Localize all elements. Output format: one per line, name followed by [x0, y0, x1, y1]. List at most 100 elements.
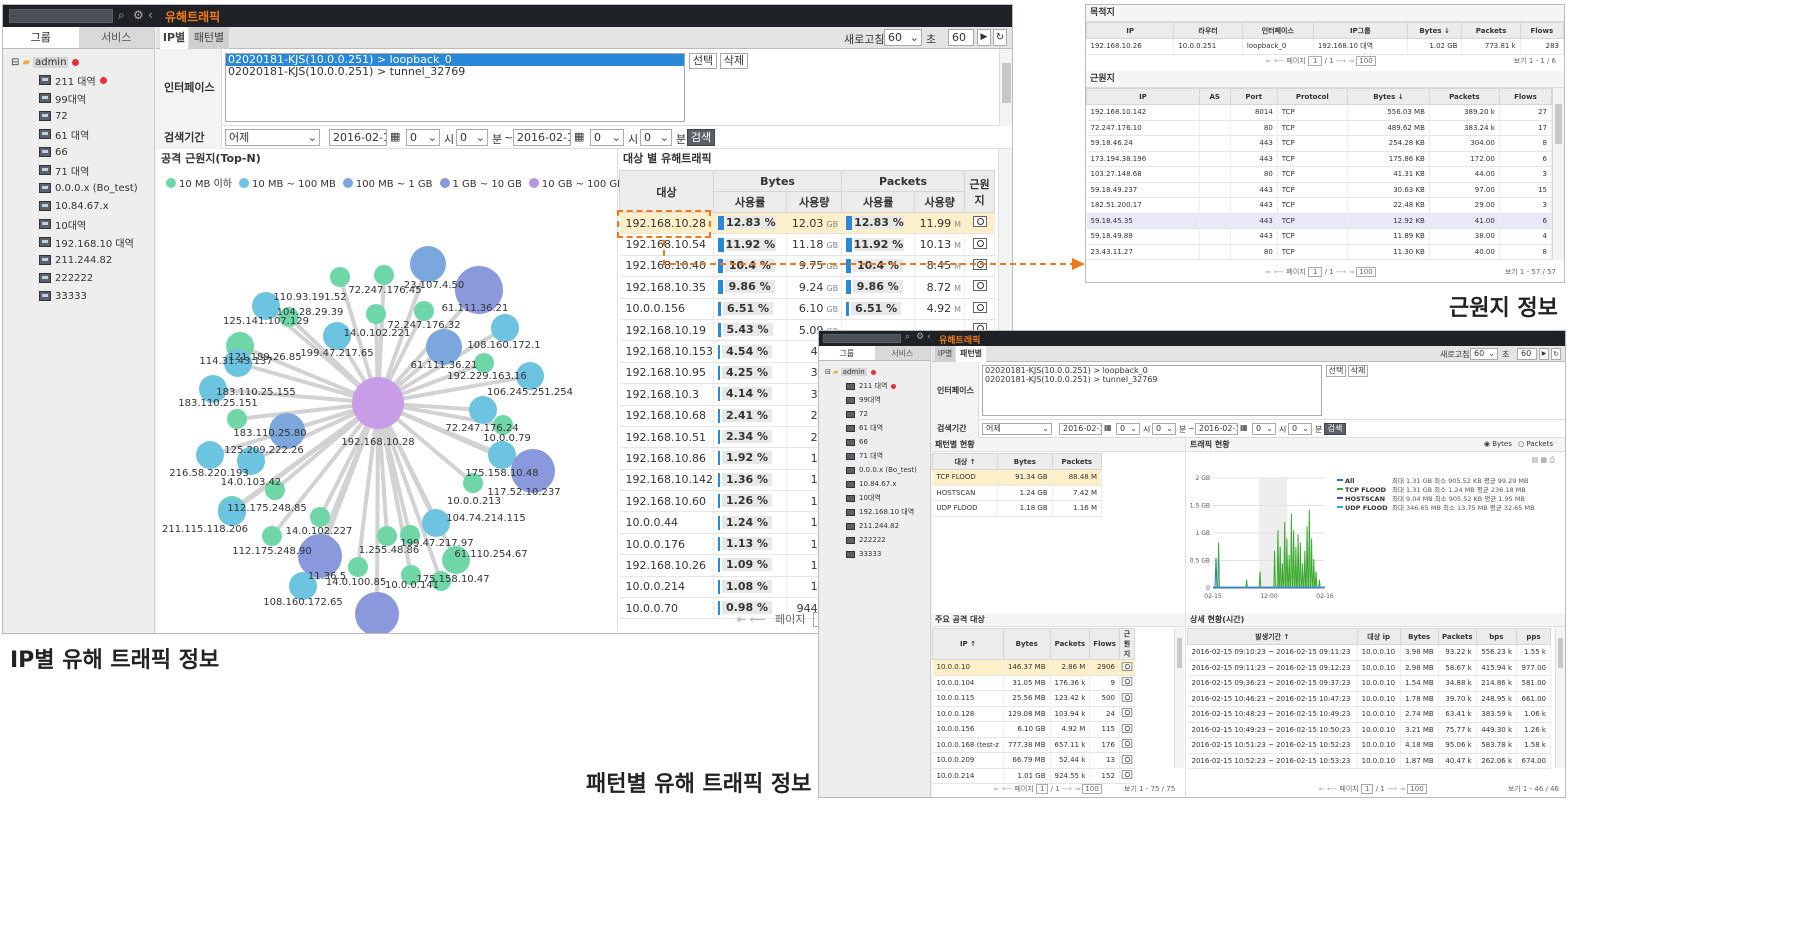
col-header[interactable]: 대상 ip — [1356, 628, 1401, 645]
tab-ip[interactable]: IP별 — [160, 27, 188, 49]
hour-to-select[interactable]: 0 ⌄ — [590, 129, 624, 146]
source-detail-icon[interactable] — [1121, 693, 1133, 702]
table-row[interactable]: 2016-02-15 09:36:23 ~ 2016-02-15 09:37:2… — [1187, 675, 1551, 692]
tree-item[interactable]: 33333 — [3, 287, 154, 305]
tree-item[interactable]: 10.84.67.x — [3, 197, 154, 215]
tree-item[interactable]: 10.84.67.x — [819, 477, 930, 491]
col-header[interactable]: 근원지 — [1118, 628, 1135, 660]
graph-node[interactable] — [366, 304, 386, 324]
page-input[interactable]: 1 — [1307, 56, 1323, 66]
table-row[interactable]: 2016-02-15 10:49:23 ~ 2016-02-15 10:50:2… — [1187, 722, 1551, 738]
table-row[interactable]: 59.18.46.24 443 TCP 254.28 KB 304.00 8 — [1086, 135, 1553, 152]
col-header[interactable]: IP — [1086, 88, 1200, 105]
col-header[interactable]: 라우터 — [1173, 22, 1243, 39]
tree-item[interactable]: 222222 — [819, 533, 930, 547]
col-header[interactable]: Bytes — [1002, 628, 1051, 660]
page-size-select[interactable]: 100 — [1082, 784, 1102, 794]
table-row[interactable]: 10.0.0.115 25.56 MB 123.42 k 500 — [932, 690, 1135, 707]
tab-pattern[interactable]: 패턴별 — [956, 346, 986, 362]
col-header[interactable]: Protocol — [1276, 88, 1348, 105]
select-button[interactable]: 선택 — [1326, 365, 1346, 377]
col-header[interactable]: Packets — [1049, 628, 1091, 660]
graph-node[interactable] — [262, 526, 282, 546]
col-bytes-rate[interactable]: 사용률 — [712, 191, 788, 213]
refresh-select[interactable]: 60 ⌄ — [884, 29, 922, 46]
hour-to-select[interactable]: 0 ⌄ — [1252, 423, 1276, 435]
table-row[interactable]: 2016-02-15 09:10:23 ~ 2016-02-15 09:11:2… — [1187, 644, 1551, 661]
table-row[interactable]: 23.43.11.27 80 TCP 11.30 KB 40.00 8 — [1086, 244, 1553, 260]
calendar-icon[interactable]: ▦ — [574, 130, 584, 143]
source-detail-icon[interactable] — [972, 280, 987, 292]
page-input[interactable]: 1 — [1307, 267, 1323, 277]
tree-item[interactable]: 211.244.82 — [819, 519, 930, 533]
graph-node[interactable] — [488, 441, 516, 469]
interface-item[interactable]: 02020181-KJS(10.0.0.251) > tunnel_32769 — [983, 375, 1321, 384]
table-row[interactable]: 192.168.10.26 10.0.0.251 loopback_0 192.168… — [1086, 38, 1564, 55]
table-row[interactable]: 72.247.176.10 80 TCP 489.62 MB 383.24 k 17 — [1086, 120, 1553, 136]
scroll-thumb[interactable] — [1177, 638, 1182, 668]
table-row[interactable]: 2016-02-15 10:46:23 ~ 2016-02-15 10:47:2… — [1187, 691, 1551, 707]
page-input[interactable]: 1 — [1360, 784, 1374, 794]
col-packets-rate[interactable]: 사용률 — [841, 191, 916, 213]
source-detail-icon[interactable] — [972, 301, 987, 313]
min-from-select[interactable]: 0 ⌄ — [1152, 423, 1176, 435]
interface-item[interactable]: 02020181-KJS(10.0.0.251) > tunnel_32769 — [226, 66, 684, 78]
table-row[interactable]: 2016-02-15 10:52:23 ~ 2016-02-15 10:53:2… — [1187, 753, 1551, 769]
col-header[interactable]: Bytes ↓ — [1406, 22, 1463, 39]
tree-item[interactable]: 211 대역 — [819, 379, 930, 393]
source-detail-icon[interactable] — [1121, 677, 1133, 686]
reload-button[interactable]: ↻ — [1551, 348, 1561, 360]
scrollbar[interactable] — [999, 49, 1012, 126]
graph-node[interactable] — [355, 592, 399, 634]
graph-node[interactable] — [491, 314, 519, 342]
table-row[interactable]: HOSTSCAN 1.24 GB 7.42 M — [932, 485, 1103, 501]
col-header[interactable]: 대상 ↑ — [931, 453, 999, 470]
table-row[interactable]: 59.18.49.237 443 TCP 30.63 KB 97.00 15 — [1086, 182, 1553, 198]
tab-service[interactable]: 서비스 — [78, 27, 154, 48]
table-row[interactable]: 10.0.0.128 129.08 MB 103.94 k 24 — [932, 706, 1135, 722]
table-row[interactable]: 192.168.10.35 9.86 % 9.24 GB 9.86 % 8.72 M — [619, 276, 995, 299]
table-row[interactable]: TCP FLOOD 91.34 GB 88.48 M — [932, 469, 1103, 486]
graph-node[interactable] — [310, 507, 330, 527]
graph-node[interactable] — [348, 557, 368, 577]
graph-node[interactable] — [469, 396, 497, 424]
collapse-icon[interactable]: ‹ — [148, 8, 153, 22]
source-detail-icon[interactable] — [1121, 755, 1133, 764]
tree-item[interactable]: 0.0.0.x (Bo_test) — [819, 463, 930, 477]
date-to-input[interactable]: 2016-02-16 — [1195, 423, 1238, 435]
tree-item[interactable]: 71 대역 — [3, 161, 154, 179]
table-row[interactable]: 173.194.38.196 443 TCP 175.86 KB 172.00 6 — [1086, 151, 1553, 167]
first-page-icon[interactable]: ⇤ ⟵ — [994, 785, 1012, 793]
collapse-icon[interactable]: ‹ — [927, 332, 931, 342]
source-detail-icon[interactable] — [1121, 770, 1133, 779]
table-row[interactable]: 2016-02-15 10:51:23 ~ 2016-02-15 10:52:2… — [1187, 737, 1551, 754]
tab-ip[interactable]: IP별 — [935, 346, 955, 362]
radio-bytes[interactable]: ◉ Bytes — [1484, 440, 1512, 448]
tree-item[interactable]: 72 — [3, 107, 154, 125]
tree-item[interactable]: 33333 — [819, 547, 930, 561]
period-select[interactable]: 어제 ⌄ — [225, 129, 320, 146]
table-row[interactable]: 182.51.200.17 443 TCP 22.48 KB 29.00 3 — [1086, 197, 1553, 214]
search-button[interactable]: 검색 — [687, 129, 715, 146]
calendar-icon[interactable]: ▦ — [1104, 423, 1112, 432]
search-icon[interactable]: ⌕ — [905, 332, 910, 342]
tab-group[interactable]: 그룹 — [819, 346, 875, 360]
tree-item[interactable]: 10대역 — [3, 215, 154, 233]
table-row[interactable]: 10.0.0.168 (test-z 777.38 MB 657.11 k 176 — [932, 737, 1135, 753]
col-header[interactable]: AS — [1198, 88, 1231, 105]
tree-item[interactable]: 211.244.82 — [3, 251, 154, 269]
tab-pattern[interactable]: 패턴별 — [189, 27, 229, 49]
scroll-thumb[interactable] — [1558, 638, 1563, 668]
tree-root-admin[interactable]: ⊟ ▰ admin — [819, 365, 930, 379]
graph-node[interactable] — [196, 441, 224, 469]
col-header[interactable]: IP ↑ — [932, 628, 1004, 660]
col-packets-amount[interactable]: 사용량 — [914, 191, 965, 213]
tree-item[interactable]: 61 대역 — [3, 125, 154, 143]
source-detail-icon[interactable] — [972, 258, 987, 270]
col-bytes-amount[interactable]: 사용량 — [786, 191, 843, 213]
source-detail-icon[interactable] — [1121, 739, 1133, 748]
search-icon[interactable]: ⌕ — [118, 8, 125, 23]
tab-group[interactable]: 그룹 — [3, 27, 79, 48]
interface-item[interactable]: 02020181-KJS(10.0.0.251) > loopback_0 — [983, 366, 1321, 375]
min-from-select[interactable]: 0 ⌄ — [456, 129, 488, 146]
